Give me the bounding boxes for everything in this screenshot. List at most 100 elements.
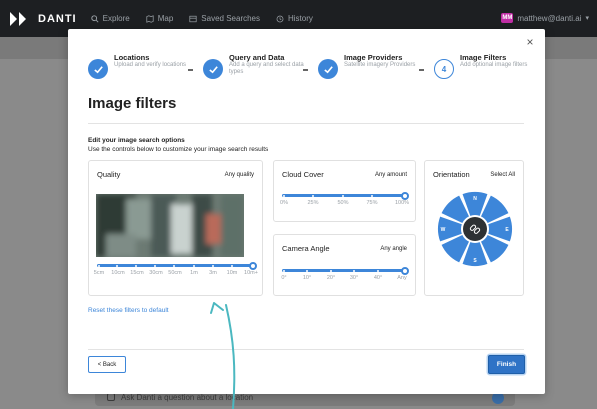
quality-value: Any quality [224, 171, 254, 178]
back-button[interactable]: < Back [88, 356, 126, 373]
slider-tick [135, 264, 137, 267]
compass-center [463, 217, 487, 241]
tick-label: 10m [226, 270, 238, 276]
tick-label: 50cm [168, 270, 182, 276]
step-number-badge: 4 [434, 59, 454, 79]
tick-label: 0% [280, 200, 288, 206]
tick-label: 1m [190, 270, 198, 276]
tick-label: 0° [281, 275, 287, 281]
saved-searches-icon [189, 15, 197, 22]
brand[interactable]: DANTI [8, 10, 77, 28]
camera-angle-slider-track[interactable] [282, 269, 407, 272]
nav-history[interactable]: History [276, 14, 313, 23]
orientation-title: Orientation [433, 170, 470, 179]
divider [88, 123, 524, 124]
nav-explore[interactable]: Explore [90, 14, 130, 23]
select-all-link[interactable]: Select All [490, 172, 515, 178]
cloud-cover-slider-thumb[interactable] [401, 191, 409, 200]
tick-label: 25% [307, 200, 319, 206]
quality-slider-thumb[interactable] [249, 261, 257, 270]
nav-saved-searches[interactable]: Saved Searches [189, 14, 260, 23]
nav-explore-label: Explore [102, 14, 130, 23]
tick-label: 20° [326, 275, 336, 281]
tick-label: 10° [302, 275, 312, 281]
quality-title: Quality [97, 170, 121, 179]
step-subtitle: Upload and verify locations [114, 62, 187, 68]
step-image-filters[interactable]: 4 Image Filters Add optional image filte… [434, 53, 540, 79]
divider [88, 349, 524, 350]
tick-label: 10cm [111, 270, 125, 276]
cloud-cover-slider-track[interactable] [282, 194, 407, 197]
slider-tick [193, 264, 195, 267]
step-separator [188, 69, 193, 71]
reset-filters-link[interactable]: Reset these filters to default [88, 307, 169, 314]
history-icon [276, 15, 284, 22]
tick-label: 50% [337, 200, 349, 206]
tick-label: 40° [373, 275, 383, 281]
slider-tick [342, 194, 344, 197]
step-subtitle: Satellite imagery Providers [344, 62, 416, 68]
step-separator [419, 69, 424, 71]
slider-tick [377, 269, 379, 272]
slider-tick [306, 269, 308, 272]
step-title: Query and Data [229, 53, 285, 62]
close-icon[interactable]: × [523, 35, 537, 49]
tick-label: 75% [366, 200, 378, 206]
step-separator [303, 69, 308, 71]
direction-w: W [441, 227, 446, 233]
check-icon [88, 59, 108, 79]
orientation-compass[interactable]: N E S W [437, 191, 513, 267]
step-query-and-data[interactable]: Query and Data Add a query and select da… [203, 53, 309, 79]
cloud-cover-card: Cloud Cover Any amount 0% 25% 50% 75% 10… [273, 160, 416, 222]
user-menu[interactable]: MM matthew@danti.ai ▾ [501, 13, 589, 23]
tick-label: 30° [349, 275, 359, 281]
nav-history-label: History [288, 14, 313, 23]
user-email: matthew@danti.ai [517, 13, 582, 23]
quality-preview-image [96, 194, 244, 257]
section-title: Edit your image search options [88, 137, 185, 144]
slider-tick [330, 269, 332, 272]
step-title: Image Providers [344, 53, 403, 62]
direction-n: N [473, 196, 477, 202]
image-filters-modal: × Locations Upload and verify locations … [68, 29, 545, 394]
slider-tick [116, 264, 118, 267]
slider-tick [312, 194, 314, 197]
slider-tick [173, 264, 175, 267]
camera-angle-title: Camera Angle [282, 244, 330, 253]
finish-button[interactable]: Finish [488, 355, 525, 374]
slider-tick [283, 269, 285, 272]
step-image-providers[interactable]: Image Providers Satellite imagery Provid… [318, 53, 424, 79]
step-title: Locations [114, 53, 150, 62]
check-icon [318, 59, 338, 79]
slider-tick [154, 264, 156, 267]
nav-map-label: Map [157, 14, 174, 23]
orientation-card: Orientation Select All N E S W [424, 160, 524, 296]
danti-logo-icon [10, 11, 26, 26]
map-icon [146, 14, 154, 23]
check-icon [203, 59, 223, 79]
page-title: Image filters [88, 95, 177, 112]
brand-name: DANTI [38, 12, 77, 25]
section-subtitle: Use the controls below to customize your… [88, 146, 269, 153]
slider-tick [353, 269, 355, 272]
slider-tick [231, 264, 233, 267]
nav-map[interactable]: Map [146, 14, 174, 23]
tick-label: Any [397, 275, 407, 281]
step-title: Image Filters [460, 53, 507, 62]
step-locations[interactable]: Locations Upload and verify locations [88, 53, 194, 79]
chevron-down-icon: ▾ [585, 15, 589, 22]
nav-saved-searches-label: Saved Searches [201, 14, 260, 23]
step-subtitle: Add a query and select data types [229, 62, 304, 75]
chat-icon [107, 393, 115, 401]
tick-label: 5cm [93, 270, 105, 276]
tick-label: 15cm [130, 270, 144, 276]
cloud-cover-title: Cloud Cover [282, 170, 324, 179]
step-subtitle: Add optional image filters [460, 62, 528, 68]
cloud-cover-value: Any amount [374, 171, 407, 178]
camera-angle-card: Camera Angle Any angle 0° 10° 20° 30° 40… [273, 234, 416, 296]
camera-angle-slider-thumb[interactable] [401, 266, 409, 275]
tick-label: 3m [209, 270, 217, 276]
tick-label: 30cm [149, 270, 163, 276]
wizard-stepper: Locations Upload and verify locations Qu… [88, 53, 528, 89]
slider-tick [98, 264, 100, 267]
